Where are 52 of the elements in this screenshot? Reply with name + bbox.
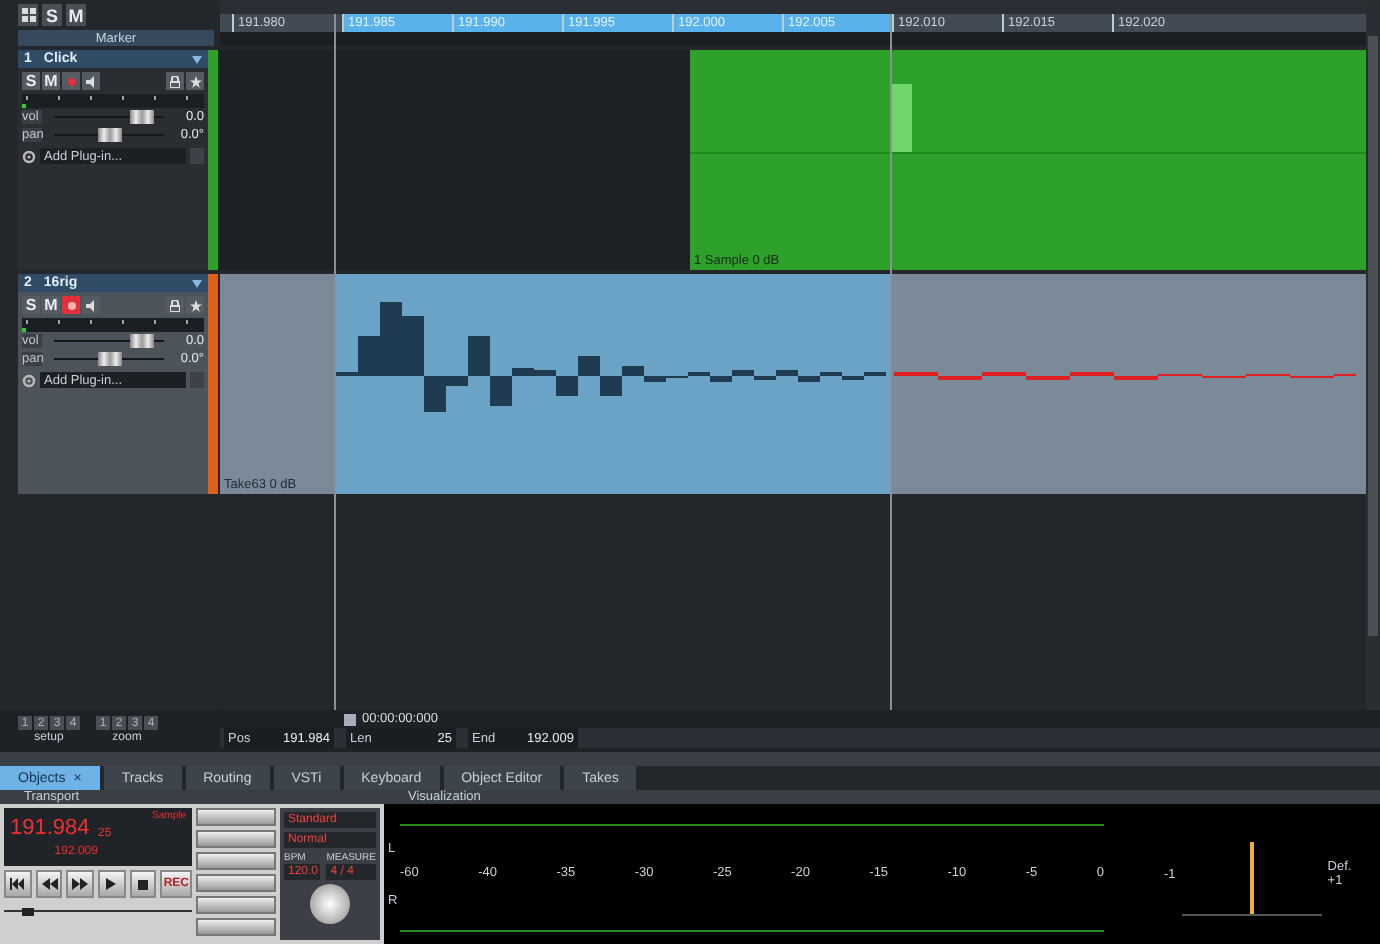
solo-button[interactable]: S [22, 296, 40, 314]
fx-button[interactable] [186, 296, 204, 314]
fader-thumb[interactable] [97, 128, 121, 142]
star-icon [189, 75, 201, 87]
fx-button[interactable] [186, 72, 204, 90]
solo-button[interactable]: S [42, 4, 62, 26]
fader-thumb[interactable] [97, 352, 121, 366]
position-readout: 191.984 [10, 816, 92, 840]
star-icon [189, 299, 201, 311]
option-button[interactable] [196, 808, 276, 826]
speaker-icon [86, 75, 96, 87]
option-button[interactable] [196, 874, 276, 892]
dropdown-icon[interactable] [192, 55, 202, 63]
record-button[interactable] [62, 296, 80, 314]
grid-button[interactable] [18, 4, 38, 26]
rewind-to-start-icon [9, 878, 26, 890]
stop-button[interactable] [129, 870, 157, 898]
speaker-icon [86, 299, 96, 311]
fader-thumb[interactable] [130, 334, 154, 348]
solo-button[interactable]: S [22, 72, 40, 90]
timecode-icon [344, 713, 356, 725]
slider-thumb[interactable] [22, 907, 35, 915]
stop-icon [135, 878, 152, 890]
dropdown-icon[interactable] [192, 279, 202, 287]
lock-button[interactable] [166, 72, 184, 90]
grid-icon [21, 8, 35, 22]
jog-wheel[interactable] [310, 884, 350, 924]
gear-icon[interactable] [22, 373, 36, 387]
rewind-to-start-button[interactable] [4, 870, 32, 898]
monitor-button[interactable] [82, 72, 100, 90]
option-button[interactable] [196, 830, 276, 848]
correlation-bar [1249, 841, 1254, 913]
monitor-button[interactable] [82, 296, 100, 314]
option-button[interactable] [196, 852, 276, 870]
rewind-button[interactable] [35, 870, 63, 898]
fast-forward-icon [72, 878, 89, 890]
lock-icon [170, 299, 180, 311]
click-pulse [892, 84, 912, 152]
rewind-icon [41, 878, 57, 890]
option-button[interactable] [196, 896, 276, 914]
mute-button[interactable]: M [42, 72, 60, 90]
lock-button[interactable] [166, 296, 184, 314]
play-icon [103, 878, 120, 890]
scrollbar-thumb[interactable] [1368, 36, 1378, 636]
fast-forward-button[interactable] [66, 870, 95, 898]
mute-button[interactable]: M [66, 4, 86, 26]
fader-thumb[interactable] [130, 110, 154, 124]
mute-button[interactable]: M [42, 296, 60, 314]
option-button[interactable] [196, 918, 276, 936]
play-button[interactable] [98, 870, 126, 898]
lock-icon [170, 75, 180, 87]
gear-icon[interactable] [22, 149, 36, 163]
